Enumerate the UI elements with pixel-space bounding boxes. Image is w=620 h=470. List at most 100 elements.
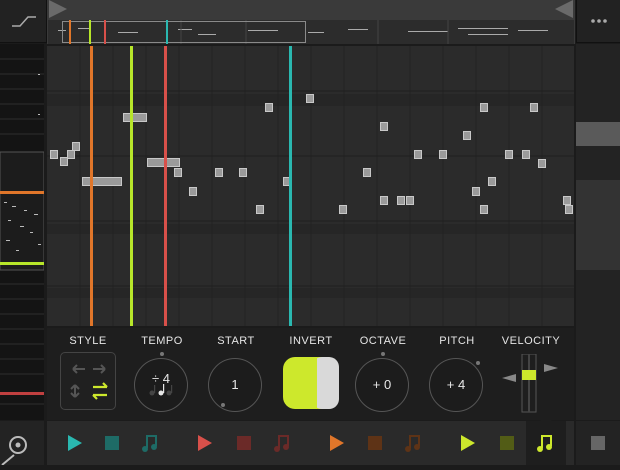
velocity-slider[interactable]	[500, 353, 560, 414]
play-icon	[68, 435, 82, 451]
stop-cyan-button[interactable]	[99, 430, 125, 456]
pitch-knob[interactable]: + 4	[429, 358, 483, 412]
note[interactable]	[215, 168, 223, 177]
pitch-value: + 4	[446, 377, 466, 392]
velocity-range	[502, 353, 558, 413]
note[interactable]	[380, 122, 388, 131]
play-icon	[198, 435, 212, 451]
note[interactable]	[363, 168, 371, 177]
note[interactable]	[563, 196, 571, 205]
note[interactable]	[488, 177, 496, 186]
pitch-label: PITCH	[439, 335, 475, 347]
note[interactable]	[530, 103, 538, 112]
selected-indicator	[540, 415, 552, 421]
stop-lime-button[interactable]	[494, 430, 520, 456]
start-label: START	[217, 335, 255, 347]
velocity-min-handle	[502, 374, 516, 382]
note[interactable]	[480, 205, 488, 214]
right-sidebar-region	[576, 180, 620, 270]
knob-indicator	[160, 352, 164, 356]
note[interactable]	[380, 196, 388, 205]
play-cyan-button[interactable]	[62, 430, 88, 456]
invert-toggle[interactable]	[282, 356, 340, 410]
note[interactable]	[439, 150, 447, 159]
play-icon	[330, 435, 344, 451]
music-note-icon	[405, 435, 420, 452]
scroll-left-icon	[49, 0, 67, 18]
playhead-cyan	[289, 46, 292, 326]
pattern-orange-button[interactable]	[401, 430, 427, 456]
more-icon	[591, 19, 607, 23]
octave-knob[interactable]: + 0	[355, 352, 409, 412]
note[interactable]	[306, 94, 314, 103]
note[interactable]	[472, 187, 480, 196]
stop-icon	[591, 436, 605, 450]
tempo-label: TEMPO	[141, 335, 183, 347]
stop-icon	[237, 436, 251, 450]
style-label: STYLE	[69, 335, 107, 347]
note[interactable]	[82, 177, 122, 186]
music-note-icon	[274, 435, 289, 452]
pattern-lime-button[interactable]	[533, 430, 559, 456]
tempo-knob[interactable]: ÷ 4	[134, 352, 188, 412]
note[interactable]	[239, 168, 247, 177]
stop-icon	[500, 436, 514, 450]
play-red-button[interactable]	[192, 430, 218, 456]
sidebar-tracks	[0, 44, 45, 420]
knob-indicator	[381, 352, 385, 356]
invert-label: INVERT	[289, 335, 333, 347]
track-overview-sidebar[interactable]	[0, 44, 45, 420]
note[interactable]	[174, 168, 182, 177]
note[interactable]	[189, 187, 197, 196]
note[interactable]	[522, 150, 530, 159]
stop-orange-button[interactable]	[362, 430, 388, 456]
note[interactable]	[480, 103, 488, 112]
overview-playhead-orange	[69, 20, 71, 44]
note[interactable]	[463, 131, 471, 140]
more-button[interactable]	[576, 0, 620, 43]
playhead-red	[164, 46, 167, 326]
vertical-scroll-handle[interactable]	[576, 122, 620, 146]
note[interactable]	[565, 205, 573, 214]
note[interactable]	[72, 142, 80, 151]
note[interactable]	[339, 205, 347, 214]
pattern-cyan-button[interactable]	[138, 430, 164, 456]
overview-playhead-cyan	[166, 20, 168, 44]
playhead-lime	[130, 46, 133, 326]
scroll-right-icon	[555, 0, 573, 18]
play-lime-button[interactable]	[455, 430, 481, 456]
note[interactable]	[67, 150, 75, 159]
overview-viewport[interactable]	[62, 21, 306, 43]
stop-red-button[interactable]	[231, 430, 257, 456]
play-icon	[461, 435, 475, 451]
start-knob[interactable]: 1	[208, 358, 262, 412]
settings-button[interactable]	[0, 421, 44, 466]
overview-playhead-lime	[89, 20, 91, 44]
pattern-red-button[interactable]	[270, 430, 296, 456]
velocity-label: VELOCITY	[501, 335, 561, 347]
note[interactable]	[397, 196, 405, 205]
note[interactable]	[50, 150, 58, 159]
note[interactable]	[505, 150, 513, 159]
note[interactable]	[256, 205, 264, 214]
style-arrows-icon	[70, 364, 108, 400]
style-selector[interactable]	[60, 352, 116, 410]
music-note-icon	[142, 435, 157, 452]
invert-switch	[283, 357, 339, 409]
note[interactable]	[123, 113, 147, 122]
music-note-icon	[537, 435, 552, 452]
stop-icon	[105, 436, 119, 450]
note[interactable]	[265, 103, 273, 112]
play-orange-button[interactable]	[324, 430, 350, 456]
velocity-max-handle	[544, 364, 558, 372]
piano-roll-grid[interactable]	[47, 46, 574, 326]
start-value: 1	[231, 377, 239, 392]
playhead-orange	[90, 46, 93, 326]
note[interactable]	[538, 159, 546, 168]
global-stop-button[interactable]	[576, 421, 620, 465]
overview-playhead-red	[104, 20, 106, 44]
note[interactable]	[414, 150, 422, 159]
note[interactable]	[406, 196, 414, 205]
curve-button[interactable]	[0, 0, 47, 43]
stop-icon	[368, 436, 382, 450]
